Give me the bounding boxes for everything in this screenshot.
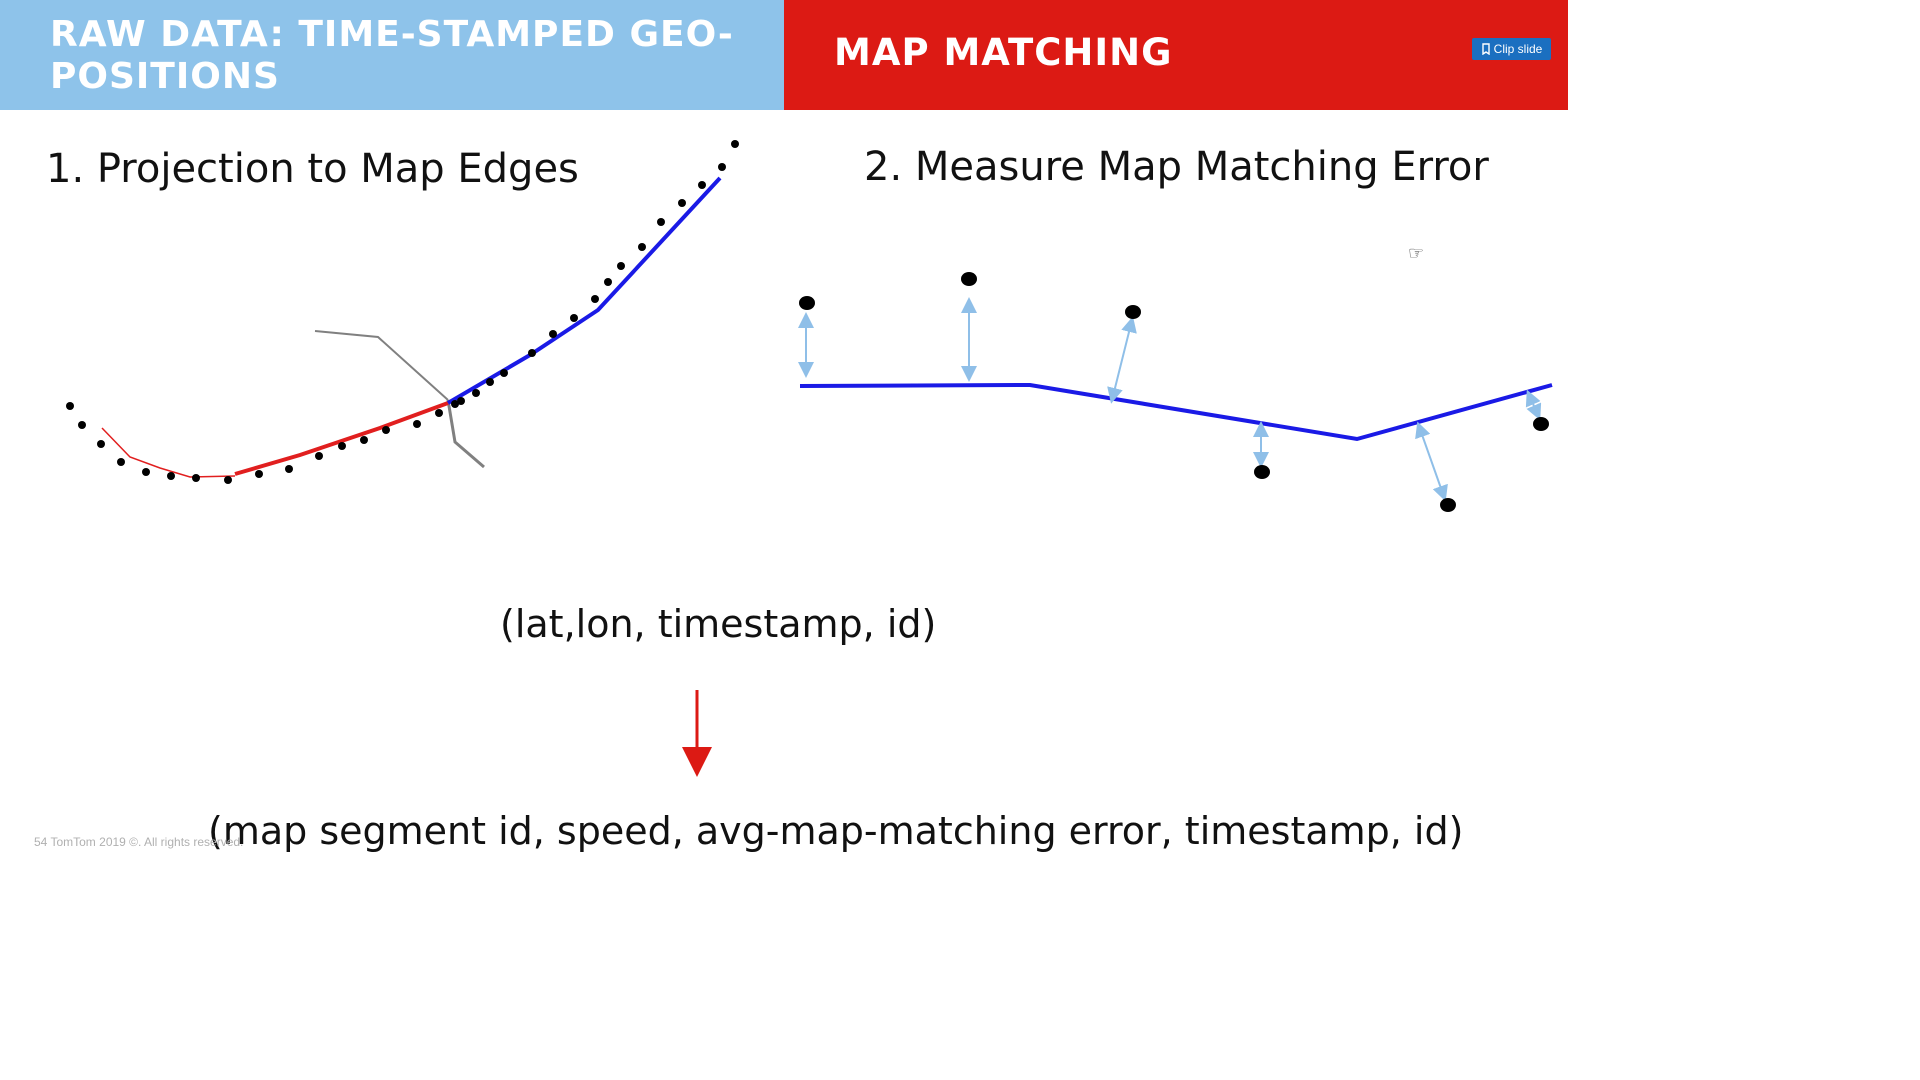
matched-segment-blue xyxy=(446,176,722,405)
gps-points-left xyxy=(66,140,739,484)
pointer-hand-icon: ☞ xyxy=(1408,243,1425,264)
road-polyline-right xyxy=(799,382,1553,442)
map-matching-diagram xyxy=(66,140,1553,777)
input-tuple: (lat,lon, timestamp, id) xyxy=(500,602,937,646)
error-arrows xyxy=(798,297,1542,502)
matched-segment-red xyxy=(234,401,449,476)
output-tuple: (map segment id, speed, avg-map-matching… xyxy=(208,809,1464,853)
unmatched-segment xyxy=(101,427,236,478)
slide-footer: 54 TomTom 2019 ©. All rights reserved. xyxy=(34,835,244,849)
